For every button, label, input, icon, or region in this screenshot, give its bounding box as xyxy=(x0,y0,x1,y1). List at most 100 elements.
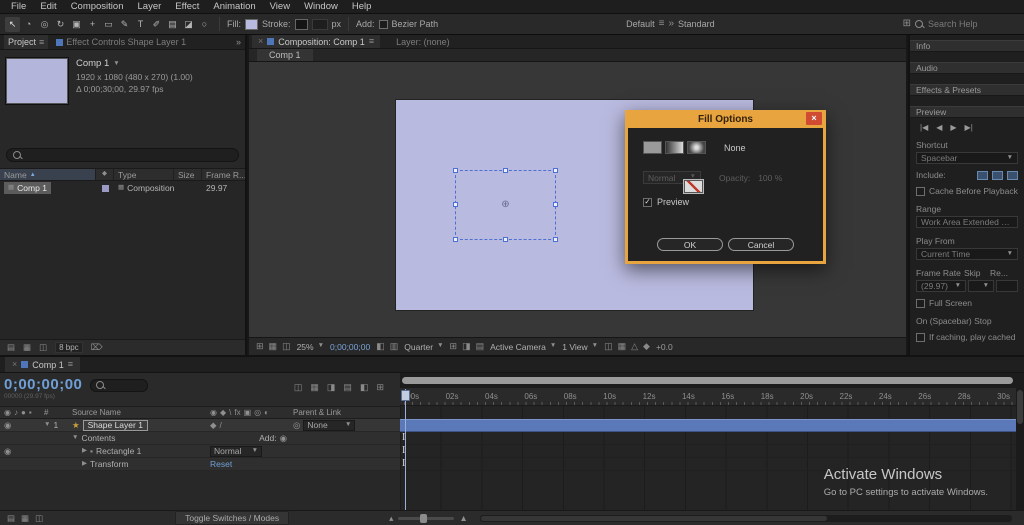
workspace-grid-icon[interactable]: ⊞ xyxy=(903,19,911,29)
new-composition-icon[interactable]: ◫ xyxy=(39,343,47,352)
info-panel-header[interactable]: Info xyxy=(910,40,1024,52)
tool-icon[interactable]: ◔ xyxy=(21,17,36,32)
zoom-slider-thumb[interactable] xyxy=(420,514,427,523)
timeline-tab-comp1[interactable]: × Comp 1 ≡ xyxy=(5,357,80,372)
comp-name[interactable]: Comp 1 xyxy=(76,58,109,70)
opacity-value[interactable]: 100 % xyxy=(758,173,782,183)
selection-handle[interactable] xyxy=(453,237,458,242)
layer-switch-icon[interactable]: / xyxy=(220,421,222,430)
workspace-overflow-icon[interactable]: » xyxy=(668,19,674,29)
tab-project[interactable]: Project ≡ xyxy=(4,35,48,49)
viewer-icon[interactable]: △ xyxy=(631,341,638,352)
menu-item[interactable]: Layer xyxy=(131,0,169,13)
menu-item[interactable]: File xyxy=(4,0,33,13)
transport-button-icon[interactable]: ◀ xyxy=(936,123,942,132)
fill-type-linear-gradient-button[interactable] xyxy=(665,141,684,154)
panel-menu-icon[interactable]: ≡ xyxy=(369,37,374,46)
selection-handle[interactable] xyxy=(453,202,458,207)
panel-menu-icon[interactable]: ≡ xyxy=(39,38,44,47)
expand-layers-icon[interactable]: ▤ xyxy=(7,514,15,523)
current-timecode[interactable]: 0;00;00;00 xyxy=(4,376,82,393)
selection-handle[interactable] xyxy=(553,237,558,242)
collapsed-icon[interactable]: ▶ xyxy=(82,461,87,468)
zoom-slider[interactable] xyxy=(398,517,454,520)
tool-icon[interactable]: ▣ xyxy=(69,17,84,32)
zoom-in-icon[interactable]: ▲ xyxy=(459,514,467,523)
graph-editor-icon[interactable]: ▦ xyxy=(21,514,29,523)
tool-icon[interactable]: ▤ xyxy=(165,17,180,32)
menu-item[interactable]: Edit xyxy=(33,0,63,13)
timeline-option-icon[interactable]: ◨ xyxy=(327,382,336,393)
camera-select[interactable]: Active Camera ▼ xyxy=(490,342,556,352)
selection-handle[interactable] xyxy=(453,168,458,173)
tab-layer[interactable]: Layer: (none) xyxy=(390,35,456,48)
help-search[interactable] xyxy=(915,18,1013,31)
viewer-icon[interactable]: ▦ xyxy=(269,341,278,352)
tool-icon[interactable]: + xyxy=(85,17,100,32)
cancel-button[interactable]: Cancel xyxy=(728,238,794,251)
viewer-icon[interactable]: ◫ xyxy=(604,341,613,352)
reset-link[interactable]: Reset xyxy=(210,459,232,469)
fill-type-solid-button[interactable] xyxy=(643,141,662,154)
interpret-footage-icon[interactable]: ▤ xyxy=(7,343,15,352)
tool-icon[interactable]: ↻ xyxy=(53,17,68,32)
trash-icon[interactable]: ⌦ xyxy=(91,343,103,352)
project-item-name[interactable]: ▦ Comp 1 xyxy=(4,182,51,194)
subtab-comp1[interactable]: Comp 1 xyxy=(257,49,313,61)
layer-row-shape-layer-1[interactable]: ◉ ▼ 1 ★ Shape Layer 1 ◆/ ◎ None ▼ xyxy=(0,419,400,432)
cache-before-playback-checkbox[interactable] xyxy=(916,187,925,196)
column-size[interactable]: Size xyxy=(174,169,202,180)
frame-rate-select[interactable]: (29.97) ▼ xyxy=(916,280,966,292)
menu-item[interactable]: Window xyxy=(297,0,345,13)
menu-item[interactable]: Help xyxy=(345,0,379,13)
preview-panel-header[interactable]: Preview xyxy=(910,106,1024,118)
pickwhip-icon[interactable]: ◎ xyxy=(293,421,300,430)
property-row-contents[interactable]: ▼ Contents Add: ◉ xyxy=(0,432,400,445)
menu-item[interactable]: Animation xyxy=(206,0,262,13)
close-icon[interactable]: × xyxy=(258,37,263,46)
time-navigator-bar[interactable] xyxy=(402,377,1013,384)
viewer-icon[interactable]: ⊞ xyxy=(256,341,264,352)
fill-type-none-button[interactable] xyxy=(684,180,703,193)
tool-icon[interactable]: ↖ xyxy=(5,17,20,32)
include-overlays-icon[interactable] xyxy=(1007,171,1018,180)
viewer-icon[interactable]: ▤ xyxy=(476,341,485,352)
range-select[interactable]: Work Area Extended By C xyxy=(916,216,1018,228)
selection-handle[interactable] xyxy=(553,202,558,207)
viewer-icon[interactable]: ◆ xyxy=(643,341,650,352)
time-ruler[interactable]: :00s02s04s06s08s10s12s14s16s18s20s22s24s… xyxy=(400,388,1024,406)
dialog-close-button[interactable]: × xyxy=(806,112,822,125)
close-icon[interactable]: × xyxy=(12,360,17,369)
expand-icon[interactable]: ▼ xyxy=(44,422,50,429)
column-name[interactable]: Name ▲ xyxy=(0,169,96,180)
tool-icon[interactable]: ◪ xyxy=(181,17,196,32)
fill-swatch[interactable] xyxy=(245,19,258,30)
timeline-vertical-scrollbar[interactable] xyxy=(1016,388,1024,510)
tool-icon[interactable]: T xyxy=(133,17,148,32)
menu-item[interactable]: Composition xyxy=(64,0,131,13)
eye-icon[interactable]: ◉ xyxy=(4,447,11,456)
source-name-header[interactable]: Source Name xyxy=(70,408,210,417)
caching-checkbox[interactable] xyxy=(916,333,925,342)
menu-item[interactable]: View xyxy=(263,0,297,13)
viewer-timecode[interactable]: 0;00;00;00 xyxy=(330,342,370,352)
blend-mode-select[interactable]: Normal ▼ xyxy=(210,446,262,457)
help-search-input[interactable] xyxy=(928,18,1013,31)
tool-icon[interactable]: ▭ xyxy=(101,17,116,32)
layer-name[interactable]: Shape Layer 1 xyxy=(83,420,148,431)
property-row-rectangle-1[interactable]: ◉ ▶ ▪ Rectangle 1 Normal ▼ xyxy=(0,445,400,458)
resolution-select[interactable]: Quarter ▼ xyxy=(404,342,443,352)
preview-checkbox[interactable]: ✓ xyxy=(643,198,652,207)
include-video-icon[interactable] xyxy=(977,171,988,180)
toggle-switches-modes-button[interactable]: Toggle Switches / Modes xyxy=(175,511,289,525)
panel-menu-icon[interactable]: ≡ xyxy=(68,360,73,369)
workspace-menu-icon[interactable]: ≡ xyxy=(659,19,665,29)
view-layout-select[interactable]: 1 View ▼ xyxy=(562,342,598,352)
tab-effect-controls[interactable]: Effect Controls Shape Layer 1 xyxy=(52,35,190,49)
parent-select[interactable]: None ▼ xyxy=(303,420,355,431)
timeline-option-icon[interactable]: ▤ xyxy=(343,382,352,393)
stroke-width-input[interactable] xyxy=(312,19,328,30)
transport-button-icon[interactable]: |◀ xyxy=(920,123,928,132)
viewer-icon[interactable]: ◫ xyxy=(282,341,291,352)
transport-button-icon[interactable]: ▶| xyxy=(965,123,973,132)
